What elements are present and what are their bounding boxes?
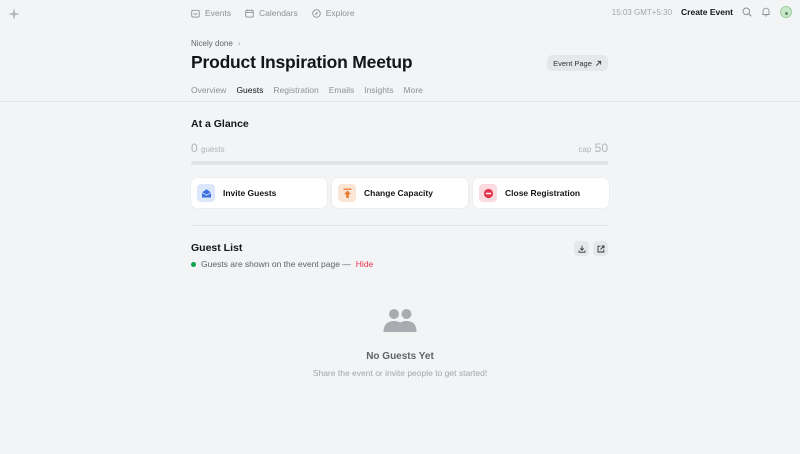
tab-guests[interactable]: Guests — [236, 85, 264, 102]
create-event-link[interactable]: Create Event — [681, 7, 733, 17]
empty-state-title: No Guests Yet — [366, 351, 434, 362]
event-tabs: Overview Guests Registration Emails Insi… — [191, 85, 423, 102]
capacity-unit: cap — [578, 145, 592, 154]
compass-icon — [312, 8, 321, 18]
nav-links: Events Calendars Explore — [191, 8, 355, 18]
nav-right: 15:03 GMT+5:30 Create Event — [612, 6, 792, 18]
nav-link-label: Events — [205, 8, 231, 18]
download-icon — [578, 245, 585, 253]
header-divider — [0, 101, 800, 102]
sparkle-logo-icon[interactable] — [8, 8, 20, 20]
guest-visibility-notice: Guests are shown on the event page — Hid… — [191, 259, 373, 269]
capacity-progress-bar — [191, 161, 608, 165]
guest-list-title: Guest List — [191, 242, 243, 254]
tab-registration[interactable]: Registration — [273, 85, 318, 102]
tab-insights[interactable]: Insights — [364, 85, 393, 102]
local-time: 15:03 GMT+5:30 — [611, 7, 673, 17]
search-icon[interactable] — [742, 7, 752, 17]
glance-title: At a Glance — [191, 118, 249, 130]
guest-count-value: 0 — [191, 141, 198, 155]
empty-state-subtitle: Share the event or invite people to get … — [312, 368, 488, 378]
chevron-right-icon: › — [237, 39, 241, 48]
event-page-label: Event Page — [553, 58, 592, 68]
breadcrumb-label: Nicely done — [191, 39, 233, 48]
envelope-icon — [197, 184, 215, 202]
capacity-value: 50 — [594, 141, 608, 155]
change-capacity-button[interactable]: Change Capacity — [332, 178, 468, 208]
page-title: Product Inspiration Meetup — [191, 52, 413, 72]
nav-link-events[interactable]: Events — [191, 8, 231, 18]
capacity: cap 50 — [578, 141, 608, 155]
calendar-icon — [245, 8, 254, 18]
close-registration-button[interactable]: Close Registration — [473, 178, 609, 208]
top-nav: Events Calendars Explore 15:03 GMT+5:30 … — [0, 0, 800, 28]
event-page-button[interactable]: Event Page — [547, 55, 608, 71]
arrow-up-right-icon — [595, 60, 602, 66]
nav-link-calendars[interactable]: Calendars — [245, 8, 298, 18]
tab-emails[interactable]: Emails — [329, 85, 355, 102]
invite-guests-button[interactable]: Invite Guests — [191, 178, 327, 208]
open-external-button[interactable] — [593, 241, 608, 256]
breadcrumb[interactable]: Nicely done › — [191, 39, 240, 48]
nav-link-label: Calendars — [259, 8, 298, 18]
tab-more[interactable]: More — [404, 85, 423, 102]
stop-circle-icon — [479, 184, 497, 202]
quick-actions: Invite Guests Change Capacity Close Regi… — [191, 178, 609, 208]
section-divider — [191, 225, 608, 226]
external-link-icon — [597, 245, 604, 252]
download-button[interactable] — [574, 241, 589, 256]
guest-visibility-text: Guests are shown on the event page — — [201, 259, 351, 269]
guest-count: 0 guests — [191, 141, 225, 155]
people-group-icon — [383, 309, 417, 332]
calendar-ticket-icon — [191, 9, 200, 18]
hide-guests-link[interactable]: Hide — [356, 259, 373, 269]
bell-icon[interactable] — [761, 7, 771, 17]
guest-count-unit: guests — [201, 145, 225, 154]
nav-link-label: Explore — [325, 8, 355, 18]
tab-overview[interactable]: Overview — [191, 85, 226, 102]
change-capacity-label: Change Capacity — [364, 188, 433, 198]
status-dot-icon — [191, 261, 196, 267]
invite-guests-label: Invite Guests — [223, 188, 277, 198]
close-registration-label: Close Registration — [505, 188, 581, 198]
user-avatar[interactable] — [780, 6, 792, 18]
nav-link-explore[interactable]: Explore — [312, 8, 355, 18]
capacity-arrow-up-icon — [338, 184, 356, 202]
